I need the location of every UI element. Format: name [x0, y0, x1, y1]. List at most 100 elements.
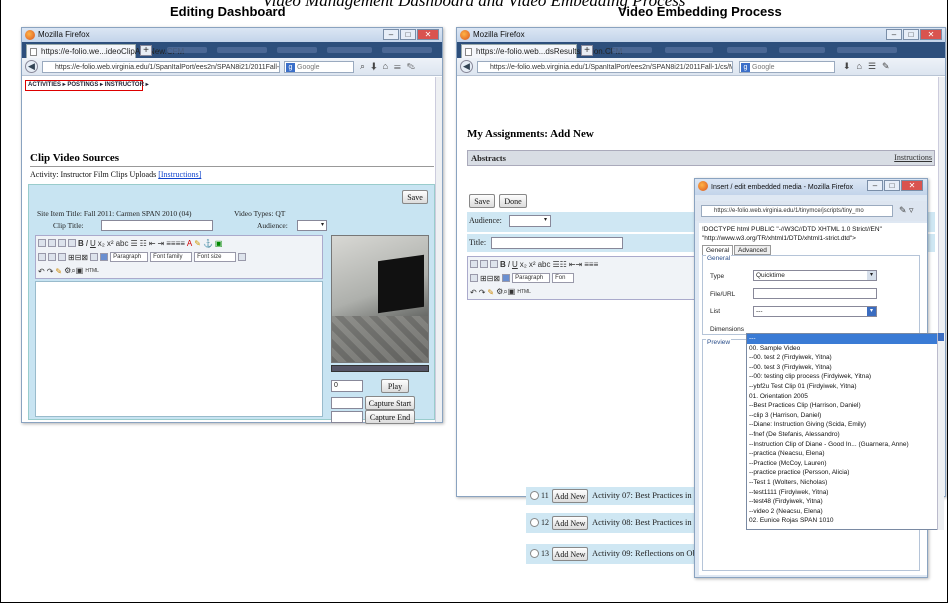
subscript-icon[interactable]: x₂ [520, 260, 527, 269]
align-icons[interactable]: ≡≡≡≡ [166, 239, 185, 248]
underline-icon[interactable]: U [90, 239, 96, 248]
undo-icon[interactable]: ↶ [470, 288, 477, 297]
close-button[interactable]: ✕ [920, 29, 942, 40]
table-icon[interactable] [470, 274, 478, 282]
dropdown-option[interactable]: --Diane: Instruction Giving (Scida, Emil… [747, 420, 943, 430]
right-url-bar[interactable]: https://e-folio.web.virginia.edu/1/SpanI… [477, 61, 733, 73]
minimize-button[interactable]: – [383, 29, 399, 40]
capture-end-button[interactable]: Capture End [365, 410, 415, 424]
superscript-icon[interactable]: x² [529, 260, 536, 269]
italic-icon[interactable]: I [508, 260, 510, 269]
paragraph-select[interactable]: Paragraph [512, 273, 551, 283]
tab-general[interactable]: General [702, 245, 734, 255]
dropdown-option[interactable]: --practica (Neacsu, Elena) [747, 449, 943, 459]
toolbar-icons[interactable]: ⌕⬇⌂☰✎ [360, 61, 421, 72]
capture-end-input[interactable] [331, 411, 363, 423]
back-arrow-icon[interactable]: ◀ [460, 60, 473, 73]
add-new-button[interactable]: Add New [552, 516, 588, 530]
paste-icon[interactable] [38, 239, 46, 247]
toolbar-icons[interactable]: ⬇⌂☰✎ [843, 61, 896, 72]
save-button[interactable]: Save [469, 194, 495, 208]
bullet-list-icon[interactable]: ☰ [130, 239, 137, 248]
list-select[interactable]: --- ▾ [753, 306, 877, 317]
number-list-icon[interactable]: ☷ [140, 239, 147, 248]
highlight-icon[interactable]: ✎ [194, 239, 201, 248]
strike-icon[interactable]: abc [116, 239, 129, 248]
left-search-box[interactable]: g Google [284, 61, 354, 73]
media-icon[interactable] [502, 274, 511, 282]
bold-icon[interactable]: B [78, 239, 84, 248]
paragraph-select[interactable]: Paragraph [110, 252, 149, 262]
outdent-icon[interactable]: ⇤ [149, 239, 156, 248]
indent-icons[interactable]: ⇤⇥ [569, 260, 582, 269]
dropdown-option[interactable]: --00. test 3 (Firdyiwek, Yitna) [747, 363, 943, 373]
play-button[interactable]: Play [381, 379, 409, 393]
left-browser-tab[interactable]: https://e-folio.we...ideoClipAddNew.CFM [26, 44, 184, 58]
capture-start-button[interactable]: Capture Start [365, 396, 415, 410]
left-scrollbar[interactable] [435, 77, 442, 422]
instructions-link[interactable]: Instructions [894, 153, 932, 162]
font-family-select[interactable]: Font family [150, 252, 193, 262]
col-icon[interactable] [58, 253, 66, 261]
dropdown-option[interactable]: --test1111 (Firdyiwek, Yitna) [747, 488, 943, 498]
merge-icons[interactable]: ⊞⊟⊠ [68, 253, 88, 262]
dropdown-option[interactable]: --practice practice (Persson, Alicia) [747, 468, 943, 478]
capture-start-input[interactable] [331, 397, 363, 409]
scroll-up-icon[interactable] [938, 333, 944, 341]
maximize-button[interactable]: □ [903, 29, 919, 40]
type-select[interactable]: Quicktime ▾ [753, 270, 877, 281]
bold-icon[interactable]: B [500, 260, 506, 269]
media-icon[interactable] [100, 253, 109, 261]
dropdown-option[interactable]: --clip 3 (Harrison, Daniel) [747, 411, 943, 421]
tab-advanced[interactable]: Advanced [734, 245, 771, 255]
table-icon[interactable] [38, 253, 46, 261]
instructions-link[interactable]: [Instructions] [158, 170, 201, 179]
dropdown-option[interactable]: 02. Eunice Rojas SPAN 1010 [747, 516, 943, 526]
strike-icon[interactable]: abc [538, 260, 551, 269]
edit-icon[interactable]: ✎ [487, 288, 494, 297]
redo-icon[interactable]: ↷ [47, 267, 54, 276]
paste-icon[interactable] [470, 260, 478, 268]
html-icon[interactable]: HTML [85, 268, 99, 274]
maximize-button[interactable]: □ [884, 180, 900, 191]
file-url-input[interactable] [753, 288, 877, 299]
merge-icons[interactable]: ⊞⊟⊠ [480, 274, 500, 283]
dropdown-option[interactable]: --fnef (De Stefanis, Alessandro) [747, 430, 943, 440]
add-new-button[interactable]: Add New [552, 489, 588, 503]
audience-select[interactable]: ▾ [297, 220, 327, 231]
new-tab-button[interactable]: + [581, 45, 593, 56]
link-icon[interactable]: ⚓ [203, 239, 213, 248]
font-family-select[interactable]: Fon [552, 273, 575, 283]
video-controls[interactable] [331, 365, 429, 372]
redo-icon[interactable]: ↷ [479, 288, 486, 297]
cut-icon[interactable] [58, 239, 66, 247]
align-icons[interactable]: ≡≡≡ [584, 260, 598, 269]
editor-content-area[interactable] [35, 281, 323, 417]
right-search-box[interactable]: g Google [739, 61, 835, 73]
dropdown-option[interactable]: --test48 (Firdyiwek, Yitna) [747, 497, 943, 507]
dialog-url-bar[interactable]: https://e-folio.web.virginia.edu/1/tinym… [701, 205, 893, 217]
hr-icon[interactable] [90, 253, 99, 261]
dropdown-option[interactable]: 01. Orientation 2005 [747, 392, 943, 402]
video-list-dropdown[interactable]: --- 00. Sample Video --00. test 2 (Firdyiw… [746, 333, 944, 530]
list-icons[interactable]: ☰☷ [552, 260, 566, 269]
title-input[interactable] [491, 237, 623, 249]
minimize-button[interactable]: – [886, 29, 902, 40]
radio-button[interactable] [530, 549, 539, 558]
subscript-icon[interactable]: x₂ [98, 239, 105, 248]
close-button[interactable]: ✕ [901, 180, 923, 191]
dialog-toolbar-icons[interactable]: ✎ ▿ [899, 205, 914, 216]
radio-button[interactable] [530, 518, 539, 527]
spellcheck-icon[interactable] [238, 253, 247, 261]
right-browser-tab[interactable]: https://e-folio.web...dsResultsAction.CF… [461, 44, 622, 58]
maximize-button[interactable]: □ [400, 29, 416, 40]
dropdown-option[interactable]: --00: testing clip process (Firdyiwek, Y… [747, 372, 943, 382]
left-url-bar[interactable]: https://e-folio.web.virginia.edu/1/SpanI… [42, 61, 280, 73]
font-color-icon[interactable]: A [187, 239, 192, 248]
time-input[interactable]: 0 [331, 380, 363, 392]
html-icon[interactable]: HTML [517, 289, 531, 295]
image-icon[interactable]: ▣ [215, 239, 223, 248]
dropdown-option[interactable]: --Test 1 (Wolters, Nicholas) [747, 478, 943, 488]
audience-select[interactable]: ▾ [509, 215, 551, 227]
superscript-icon[interactable]: x² [107, 239, 114, 248]
